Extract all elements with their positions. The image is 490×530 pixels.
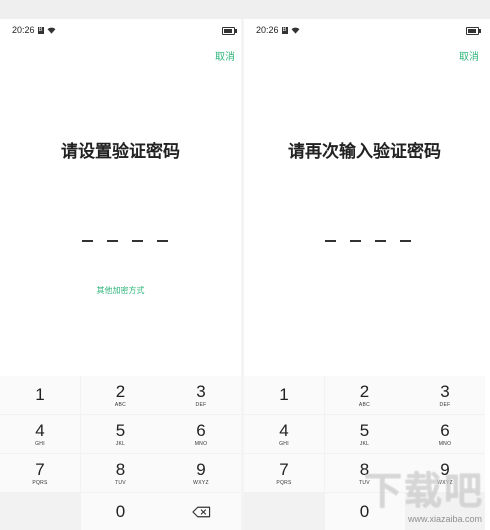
key-7[interactable]: 7 PQRS	[244, 454, 324, 492]
page-title: 请再次输入验证密码	[288, 142, 441, 162]
set-password-screen: 20:26 B 取消 请设置验证密码 其他加密方式 1 2 ABC 3 DEF 4G…	[0, 19, 241, 530]
sim-icon: B	[281, 26, 288, 34]
pin-slot	[375, 240, 386, 242]
key-letters: WXYZ	[193, 479, 209, 486]
other-encryption-link[interactable]: 其他加密方式	[0, 285, 241, 296]
key-digit: 6	[440, 420, 450, 440]
key-letters: MNO	[194, 440, 208, 447]
status-time: 20:26	[12, 25, 35, 35]
numeric-keypad: 1 2 ABC 3 DEF 4 GHI 5 JKL 6 MNO 7 PQRS 8 TUV 9W…	[0, 376, 241, 530]
key-letters: DEF	[439, 401, 451, 408]
top-gap	[0, 0, 490, 19]
pin-indicator	[325, 240, 411, 242]
key-5[interactable]: 5 JKL	[324, 415, 405, 453]
key-7[interactable]: 7 PQRS	[0, 454, 80, 492]
key-letters: PQRS	[276, 479, 292, 486]
key-digit: 7	[279, 459, 289, 479]
key-1[interactable]: 1	[244, 376, 324, 414]
sim-icon: B	[37, 26, 44, 34]
key-6[interactable]: 6 MNO	[161, 415, 241, 453]
key-digit: 4	[35, 420, 45, 440]
pin-slot	[325, 240, 336, 242]
key-digit: 2	[359, 381, 370, 401]
key-9[interactable]: 9 WXYZ	[161, 454, 241, 492]
key-2[interactable]: 2 ABC	[80, 376, 161, 414]
key-digit: 0	[115, 502, 126, 521]
key-digit: 8	[115, 459, 126, 479]
key-digit: 1	[279, 385, 289, 404]
pin-slot	[107, 240, 118, 242]
battery-icon	[466, 27, 481, 35]
key-digit: 3	[196, 381, 206, 401]
key-blank	[0, 493, 80, 530]
key-4[interactable]: 4 GHI	[244, 415, 324, 453]
key-9[interactable]: 9 WXYZ	[405, 454, 485, 492]
pin-slot	[400, 240, 411, 242]
cancel-button[interactable]: 取消	[215, 48, 235, 63]
numeric-keypad: 1 2 ABC 3 DEF 4 GHI 5 JKL 6 MNO 7 PQRS 8 TUV 9W…	[244, 376, 485, 530]
key-letters: JKL	[359, 440, 370, 447]
confirm-password-screen: 20:26 B 取消 请再次输入验证密码 1 2 ABC 3 DEF 4 GHI 5J…	[244, 19, 485, 530]
battery-icon	[222, 27, 237, 35]
key-2[interactable]: 2 ABC	[324, 376, 405, 414]
wifi-icon	[291, 27, 299, 34]
key-digit: 9	[196, 459, 206, 479]
key-digit: 5	[115, 420, 126, 440]
key-letters: JKL	[115, 440, 126, 447]
key-digit: 0	[359, 502, 370, 521]
status-bar: 20:26 B	[12, 25, 56, 35]
key-digit: 8	[359, 459, 370, 479]
key-letters: TUV	[115, 479, 126, 486]
key-1[interactable]: 1	[0, 376, 80, 414]
key-letters: WXYZ	[437, 479, 453, 486]
key-digit: 2	[115, 381, 126, 401]
page-title: 请设置验证密码	[61, 142, 180, 162]
key-letters: GHI	[35, 440, 45, 447]
key-digit: 7	[35, 459, 45, 479]
pin-slot	[350, 240, 361, 242]
key-letters: DEF	[195, 401, 207, 408]
pin-indicator	[82, 240, 168, 242]
key-digit: 1	[35, 385, 45, 404]
key-digit: 6	[196, 420, 206, 440]
key-digit: 5	[359, 420, 370, 440]
key-3[interactable]: 3 DEF	[161, 376, 241, 414]
key-6[interactable]: 6 MNO	[405, 415, 485, 453]
pin-slot	[132, 240, 143, 242]
pin-slot	[157, 240, 168, 242]
key-digit: 3	[440, 381, 450, 401]
key-blank	[244, 493, 324, 530]
status-time: 20:26	[256, 25, 279, 35]
key-8[interactable]: 8 TUV	[80, 454, 161, 492]
key-8[interactable]: 8 TUV	[324, 454, 405, 492]
key-digit: 4	[279, 420, 289, 440]
key-letters: ABC	[114, 401, 127, 408]
key-blank	[405, 493, 485, 530]
key-letters: MNO	[438, 440, 452, 447]
key-0[interactable]: 0	[324, 493, 405, 530]
backspace-icon	[191, 506, 210, 518]
key-0[interactable]: 0	[80, 493, 161, 530]
key-letters: TUV	[359, 479, 370, 486]
key-4[interactable]: 4 GHI	[0, 415, 80, 453]
key-letters: ABC	[358, 401, 371, 408]
pin-slot	[82, 240, 93, 242]
status-bar: 20:26 B	[256, 25, 300, 35]
key-3[interactable]: 3 DEF	[405, 376, 485, 414]
key-5[interactable]: 5 JKL	[80, 415, 161, 453]
key-digit: 9	[440, 459, 450, 479]
key-letters: PQRS	[32, 479, 48, 486]
key-letters: GHI	[279, 440, 289, 447]
wifi-icon	[47, 27, 55, 34]
delete-button[interactable]	[161, 493, 241, 530]
cancel-button[interactable]: 取消	[459, 48, 479, 63]
